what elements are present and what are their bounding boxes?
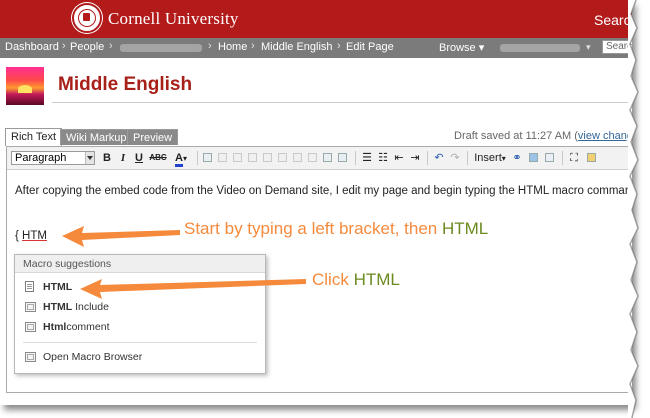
annotation-highlight: HTML <box>441 219 489 238</box>
annotation-text: Start by typing a left bracket, then <box>184 219 442 238</box>
annotation-arrow-1 <box>62 226 180 247</box>
annotation-step-2: Click HTML <box>312 270 400 290</box>
annotation-arrow-2 <box>80 279 306 299</box>
annotation-arrows <box>62 226 306 299</box>
torn-edge-decoration <box>628 0 639 418</box>
annotation-text: Click <box>312 270 354 289</box>
annotation-highlight: HTML <box>353 270 400 289</box>
annotation-step-1: Start by typing a left bracket, then HTM… <box>184 219 488 239</box>
screenshot-frame: Cornell University Search Dashboard › Pe… <box>0 0 632 405</box>
